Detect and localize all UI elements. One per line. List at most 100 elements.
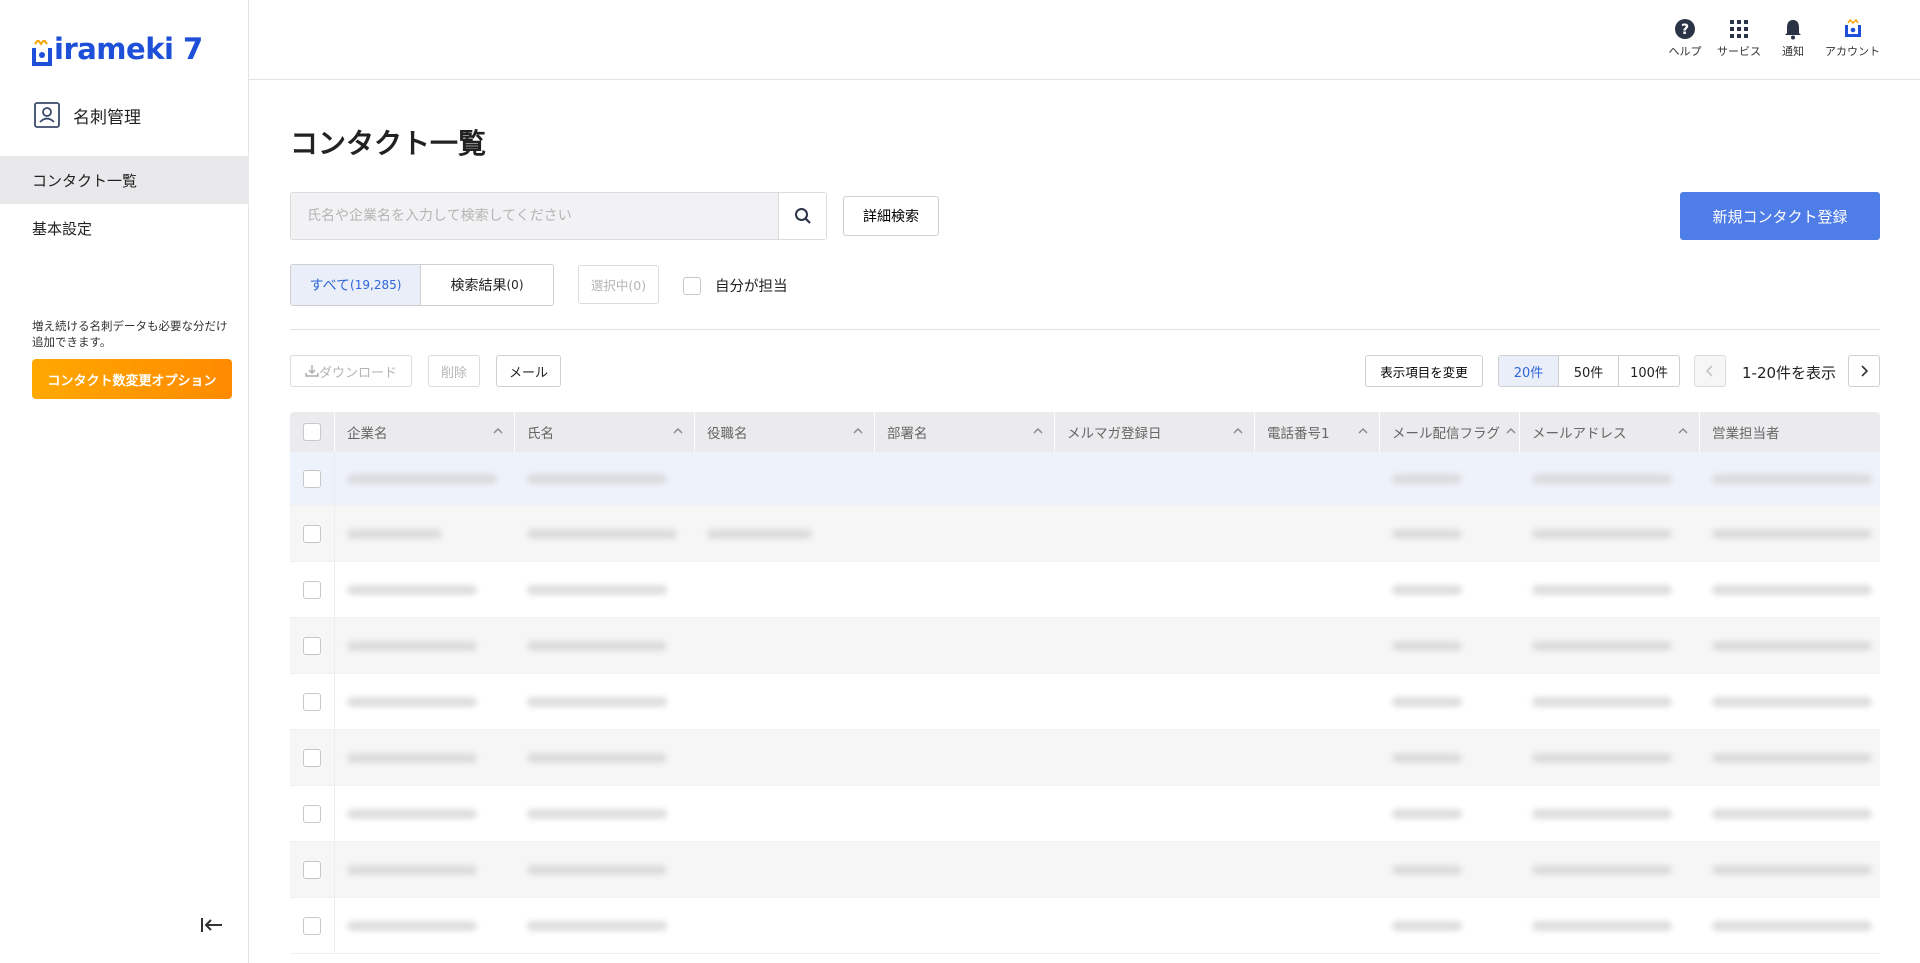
row-checkbox[interactable] — [303, 860, 321, 879]
table-row[interactable] — [290, 618, 1880, 674]
redacted-text — [1532, 864, 1672, 875]
notification-label: 通知 — [1782, 45, 1804, 58]
tab-search-results[interactable]: 検索結果 (0) — [421, 265, 553, 305]
column-sales-rep[interactable]: 営業担当者 — [1700, 412, 1880, 452]
logo-text: irameki 7 — [54, 32, 203, 66]
table-cell — [1520, 730, 1700, 785]
search-button[interactable] — [778, 193, 826, 239]
tab-all[interactable]: すべて (19,285) — [291, 265, 421, 305]
contact-option-button[interactable]: コンタクト数変更オプション — [32, 359, 232, 399]
page-size-50[interactable]: 50件 — [1559, 356, 1619, 386]
redacted-text — [1392, 528, 1462, 539]
column-phone[interactable]: 電話番号1 — [1255, 412, 1380, 452]
column-email[interactable]: メールアドレス — [1520, 412, 1700, 452]
row-select-cell — [290, 898, 335, 953]
column-title[interactable]: 役職名 — [695, 412, 875, 452]
header-icons: ? ヘルプ サービス 通知 アカウント — [1665, 18, 1880, 59]
table-cell — [1700, 618, 1880, 673]
table-row[interactable] — [290, 898, 1880, 954]
column-department[interactable]: 部署名 — [875, 412, 1055, 452]
redacted-text — [347, 808, 477, 819]
redacted-text — [347, 584, 477, 595]
page-size-100[interactable]: 100件 — [1619, 356, 1679, 386]
table-cell — [1700, 730, 1880, 785]
column-name[interactable]: 氏名 — [515, 412, 695, 452]
table-cell — [1255, 562, 1380, 617]
redacted-text — [1392, 752, 1462, 763]
row-checkbox[interactable] — [303, 748, 321, 767]
row-checkbox[interactable] — [303, 469, 321, 488]
service-button[interactable]: サービス — [1717, 18, 1761, 59]
table-cell — [515, 618, 695, 673]
row-checkbox[interactable] — [303, 524, 321, 543]
table-cell — [695, 452, 875, 505]
redacted-text — [1712, 864, 1872, 875]
table-cell — [1055, 452, 1255, 505]
table-cell — [1055, 730, 1255, 785]
table-row[interactable] — [290, 842, 1880, 898]
redacted-text — [1392, 640, 1462, 651]
column-newsletter-date[interactable]: メルマガ登録日 — [1055, 412, 1255, 452]
row-checkbox[interactable] — [303, 692, 321, 711]
promo-text: 増え続ける名刺データも必要な分だけ追加できます。 — [32, 319, 228, 349]
redacted-text — [1712, 473, 1872, 484]
column-mail-flag[interactable]: メール配信フラグ — [1380, 412, 1520, 452]
sidebar-item-label: コンタクト一覧 — [32, 171, 138, 190]
help-label: ヘルプ — [1668, 45, 1702, 58]
notification-button[interactable]: 通知 — [1773, 18, 1813, 59]
search-input[interactable] — [291, 193, 778, 239]
table-row[interactable] — [290, 452, 1880, 506]
sidebar-item-label: 基本設定 — [32, 219, 93, 238]
page-size-20[interactable]: 20件 — [1499, 356, 1559, 386]
collapse-sidebar-icon[interactable] — [199, 914, 225, 936]
topbar: ? ヘルプ サービス 通知 アカウント — [249, 0, 1920, 80]
table-cell — [1255, 674, 1380, 729]
column-company[interactable]: 企業名 — [335, 412, 515, 452]
row-select-cell — [290, 562, 335, 617]
table-row[interactable] — [290, 730, 1880, 786]
my-contacts-checkbox[interactable] — [683, 276, 701, 295]
mail-button[interactable]: メール — [496, 355, 561, 387]
table-row[interactable] — [290, 506, 1880, 562]
row-select-cell — [290, 730, 335, 785]
prev-page-button[interactable] — [1694, 355, 1726, 387]
row-checkbox[interactable] — [303, 916, 321, 935]
next-page-button[interactable] — [1848, 355, 1880, 387]
table-cell — [1380, 842, 1520, 897]
download-button[interactable]: ダウンロード — [290, 355, 412, 387]
select-all-checkbox[interactable] — [303, 423, 321, 441]
table-cell — [1520, 786, 1700, 841]
my-contacts-filter[interactable]: 自分が担当 — [683, 275, 788, 296]
table-cell — [1700, 898, 1880, 953]
sidebar-item-settings[interactable]: 基本設定 — [0, 204, 249, 252]
redacted-text — [1712, 696, 1872, 707]
table-cell — [695, 898, 875, 953]
row-checkbox[interactable] — [303, 580, 321, 599]
table-row[interactable] — [290, 786, 1880, 842]
selected-filter-button[interactable]: 選択中(0) — [578, 265, 659, 304]
change-columns-button[interactable]: 表示項目を変更 — [1365, 355, 1483, 387]
page-range: 1-20件を表示 — [1742, 364, 1837, 382]
table-cell — [1055, 786, 1255, 841]
sidebar-item-contacts[interactable]: コンタクト一覧 — [0, 156, 249, 204]
redacted-text — [527, 640, 667, 651]
delete-button[interactable]: 削除 — [428, 355, 480, 387]
column-label: 電話番号1 — [1267, 426, 1330, 442]
account-button[interactable]: アカウント — [1825, 18, 1880, 59]
table-cell — [695, 562, 875, 617]
hirameki-logo[interactable]: irameki 7 — [31, 30, 203, 66]
help-button[interactable]: ? ヘルプ — [1665, 18, 1705, 59]
redacted-text — [1712, 752, 1872, 763]
table-row[interactable] — [290, 562, 1880, 618]
table-cell — [1255, 842, 1380, 897]
redacted-text — [1712, 920, 1872, 931]
advanced-search-button[interactable]: 詳細検索 — [843, 196, 939, 236]
table-row[interactable] — [290, 674, 1880, 730]
row-checkbox[interactable] — [303, 804, 321, 823]
grid-icon — [1730, 20, 1748, 38]
redacted-text — [1392, 473, 1462, 484]
table-cell — [875, 674, 1055, 729]
row-checkbox[interactable] — [303, 636, 321, 655]
new-contact-button[interactable]: 新規コンタクト登録 — [1680, 192, 1880, 240]
table-cell — [515, 562, 695, 617]
